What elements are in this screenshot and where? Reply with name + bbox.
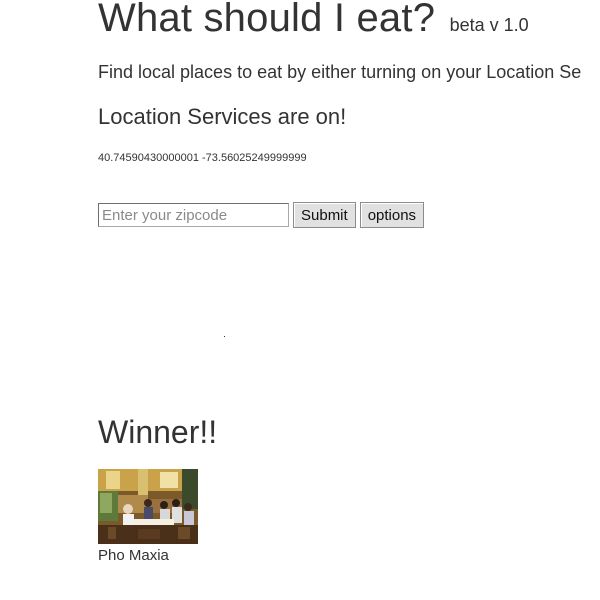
intro-text: Find local places to eat by either turni… xyxy=(98,62,582,82)
header: What should I eat? beta v 1.0 xyxy=(98,0,529,41)
winner-heading: Winner!! xyxy=(98,414,218,450)
options-button[interactable]: options xyxy=(359,202,425,228)
submit-button[interactable]: Submit xyxy=(293,202,356,228)
zipcode-input[interactable] xyxy=(98,203,289,227)
location-status: Location Services are on! xyxy=(98,104,347,129)
restaurant-photo[interactable] xyxy=(98,469,198,544)
page-title: What should I eat? xyxy=(98,0,436,40)
page: What should I eat? beta v 1.0 Find local… xyxy=(0,0,600,600)
zipcode-form: Submit options xyxy=(98,202,425,228)
coordinates-readout: 40.74590430000001 -73.56025249999999 xyxy=(98,152,307,164)
restaurant-name[interactable]: Pho Maxia xyxy=(98,547,169,564)
version-label: beta v 1.0 xyxy=(449,15,529,35)
stray-dot xyxy=(224,336,225,337)
